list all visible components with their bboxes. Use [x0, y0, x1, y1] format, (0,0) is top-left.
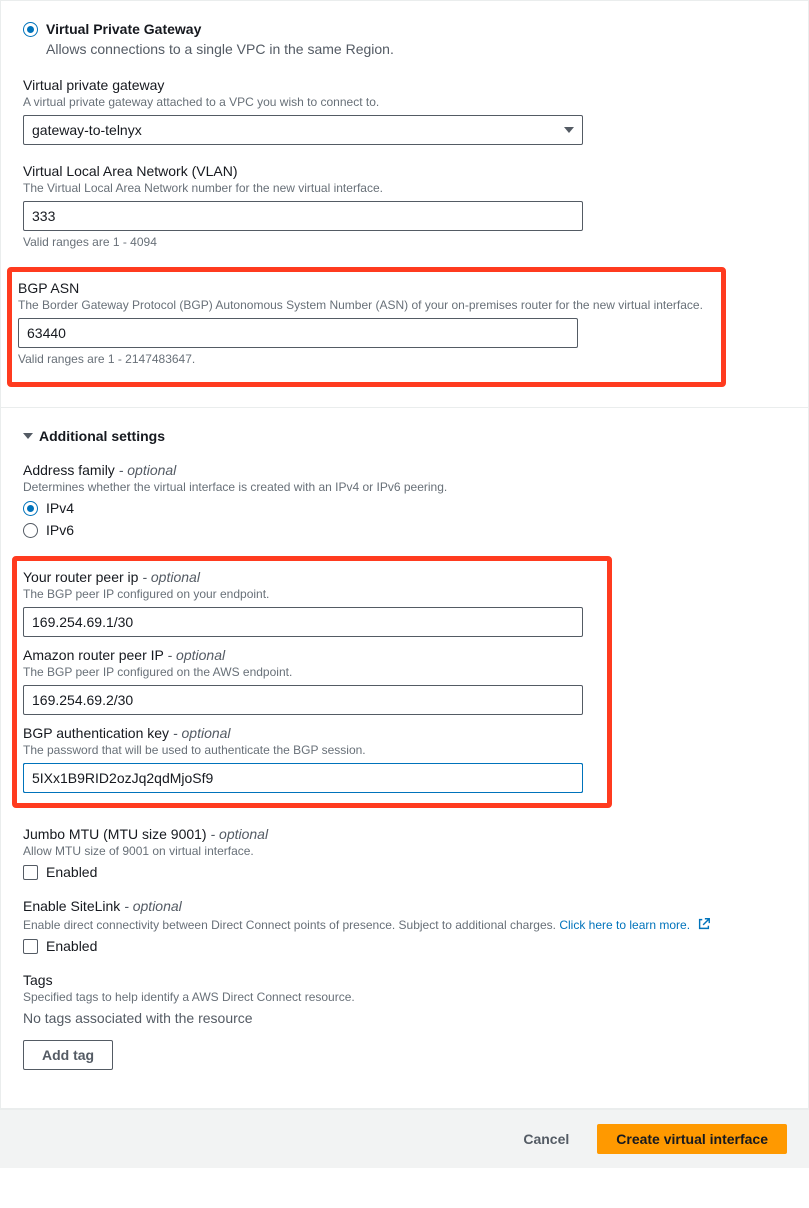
bgp-asn-input[interactable] [18, 318, 578, 348]
router-peer-label: Your router peer ip [23, 569, 138, 585]
sitelink-learn-more-link[interactable]: Click here to learn more. [559, 918, 711, 932]
peer-highlight: Your router peer ip - optional The BGP p… [12, 556, 612, 808]
jumbo-mtu-checkbox[interactable] [23, 865, 38, 880]
ipv4-label: IPv4 [46, 500, 74, 516]
bgp-asn-label: BGP ASN [18, 280, 715, 296]
chevron-down-icon [23, 433, 33, 439]
router-peer-input[interactable] [23, 607, 583, 637]
external-link-icon [697, 917, 711, 931]
amazon-peer-label: Amazon router peer IP [23, 647, 164, 663]
bgp-auth-optional: - optional [173, 725, 231, 741]
amazon-peer-input[interactable] [23, 685, 583, 715]
address-family-help: Determines whether the virtual interface… [23, 480, 786, 494]
jumbo-mtu-help: Allow MTU size of 9001 on virtual interf… [23, 844, 786, 858]
sitelink-label: Enable SiteLink [23, 898, 120, 914]
bgp-asn-hint: Valid ranges are 1 - 2147483647. [18, 352, 715, 366]
router-peer-optional: - optional [142, 569, 200, 585]
gateway-type-vpg-radio[interactable] [23, 22, 38, 37]
vlan-help: The Virtual Local Area Network number fo… [23, 181, 786, 195]
jumbo-mtu-optional: - optional [210, 826, 268, 842]
vpg-label: Virtual private gateway [23, 77, 786, 93]
vlan-hint: Valid ranges are 1 - 4094 [23, 235, 786, 249]
bgp-asn-highlight: BGP ASN The Border Gateway Protocol (BGP… [7, 267, 726, 387]
amazon-peer-optional: - optional [168, 647, 226, 663]
tags-label: Tags [23, 972, 786, 988]
vpg-select[interactable]: gateway-to-telnyx [23, 115, 583, 145]
gateway-type-vpg-label: Virtual Private Gateway [46, 21, 201, 37]
ipv6-radio[interactable] [23, 523, 38, 538]
vlan-input[interactable] [23, 201, 583, 231]
vpg-help: A virtual private gateway attached to a … [23, 95, 786, 109]
gateway-type-vpg-desc: Allows connections to a single VPC in th… [46, 41, 786, 57]
vlan-label: Virtual Local Area Network (VLAN) [23, 163, 786, 179]
ipv4-radio[interactable] [23, 501, 38, 516]
chevron-down-icon [564, 127, 574, 133]
jumbo-mtu-label: Jumbo MTU (MTU size 9001) [23, 826, 207, 842]
sitelink-checkbox[interactable] [23, 939, 38, 954]
ipv6-label: IPv6 [46, 522, 74, 538]
address-family-optional: - optional [119, 462, 177, 478]
sitelink-optional: - optional [124, 898, 182, 914]
add-tag-button[interactable]: Add tag [23, 1040, 113, 1070]
tags-empty-text: No tags associated with the resource [23, 1010, 786, 1026]
bgp-auth-help: The password that will be used to authen… [23, 743, 601, 757]
vpg-select-value: gateway-to-telnyx [32, 122, 142, 138]
tags-help: Specified tags to help identify a AWS Di… [23, 990, 786, 1004]
cancel-button[interactable]: Cancel [505, 1124, 587, 1154]
jumbo-mtu-checkbox-label: Enabled [46, 864, 97, 880]
sitelink-checkbox-label: Enabled [46, 938, 97, 954]
bgp-auth-label: BGP authentication key [23, 725, 169, 741]
sitelink-help: Enable direct connectivity between Direc… [23, 918, 556, 932]
amazon-peer-help: The BGP peer IP configured on the AWS en… [23, 665, 601, 679]
address-family-label: Address family [23, 462, 115, 478]
additional-settings-toggle[interactable]: Additional settings [23, 428, 786, 444]
router-peer-help: The BGP peer IP configured on your endpo… [23, 587, 601, 601]
additional-settings-label: Additional settings [39, 428, 165, 444]
create-virtual-interface-button[interactable]: Create virtual interface [597, 1124, 787, 1154]
bgp-asn-help: The Border Gateway Protocol (BGP) Autono… [18, 298, 715, 312]
bg -auth-input[interactable] [23, 763, 583, 793]
